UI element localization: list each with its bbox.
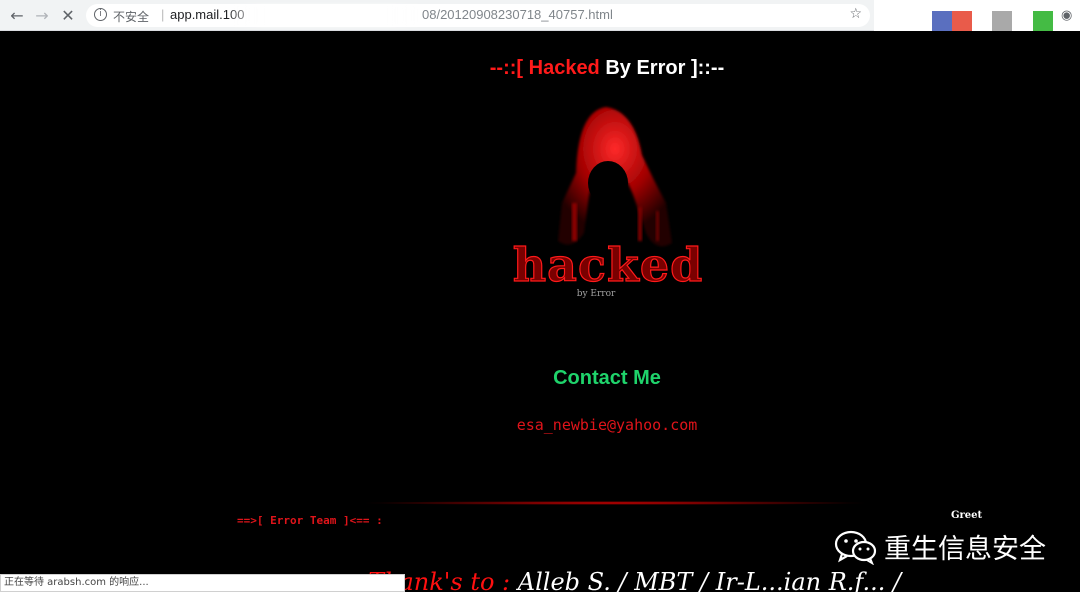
hooded-figure-logo: hacked by Error (512, 107, 704, 299)
url-separator: | (161, 7, 165, 22)
logo-by-text: by Error (577, 289, 616, 299)
back-icon[interactable]: ← (7, 6, 27, 26)
extension-icon-blue[interactable] (932, 11, 952, 31)
extension-icon-green[interactable] (1033, 11, 1053, 31)
stop-loading-icon[interactable]: ✕ (58, 6, 78, 26)
extension-icon-gray[interactable] (992, 11, 1012, 31)
site-info-icon[interactable]: i (94, 8, 107, 21)
defaced-page: --::[ Hacked By Error ]::-- hacked by Er… (0, 31, 1080, 596)
title-suffix: ]::-- (690, 57, 725, 79)
contact-heading: Contact Me (553, 367, 661, 389)
watermark-text: 重生信息安全 (884, 534, 1046, 565)
contact-email[interactable]: esa_newbie@yahoo.com (0, 416, 1080, 434)
bookmark-star-icon[interactable]: ☆ (849, 6, 862, 22)
extensions-area (874, 0, 1080, 31)
divider-glow (360, 501, 870, 505)
face-shadow (588, 161, 628, 205)
team-line: ==>[ Error Team ]<== : (237, 514, 383, 527)
page-title: --::[ Hacked By Error ]::-- (0, 57, 1080, 80)
logo-hacked-text: hacked (513, 238, 704, 292)
greet-label: Greet (951, 510, 983, 521)
url-path: 08/20120908230718_40757.html (422, 7, 613, 22)
wechat-icon (834, 530, 877, 565)
forward-icon[interactable]: → (32, 6, 52, 26)
address-bar[interactable]: i 不安全 | app.mail.100 08/20120908230718_4… (86, 4, 870, 27)
insecure-label[interactable]: 不安全 (113, 8, 149, 25)
bottom-strip (0, 592, 1080, 596)
status-bar: 正在等待 arabsh.com 的响应... (0, 574, 405, 592)
extension-icon-red[interactable] (952, 11, 972, 31)
camera-icon[interactable]: ◉ (1061, 8, 1072, 23)
wechat-watermark: 重生信息安全 (834, 527, 1046, 566)
title-by: By Error (605, 57, 686, 79)
browser-toolbar: ← → ✕ i 不安全 | app.mail.100 08/2012090823… (0, 0, 1080, 31)
url-redaction (231, 5, 421, 26)
title-prefix: --::[ (489, 57, 524, 79)
title-hacked: Hacked (528, 57, 600, 79)
